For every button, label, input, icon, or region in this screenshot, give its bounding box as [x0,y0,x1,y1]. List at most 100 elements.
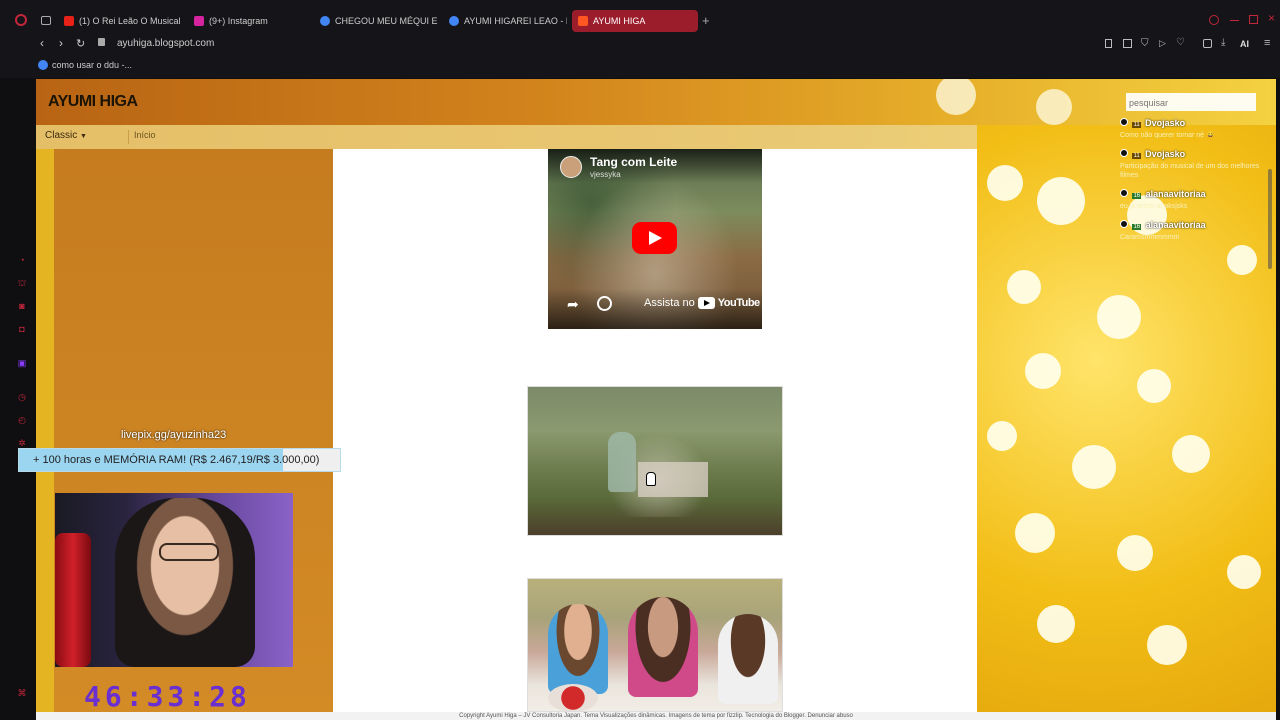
bokeh-circle [1037,177,1085,225]
shield-icon[interactable]: ⛉ [1141,38,1149,49]
play-icon[interactable]: ▷ [1159,38,1166,49]
instagram-icon [194,16,204,26]
image-2-strawberries [548,684,598,711]
video-title[interactable]: Tang com Leite [590,155,677,169]
watch-on-youtube[interactable]: Assista no YouTube [644,297,760,309]
chat-text: eu já entrei aí aksjsks [1120,203,1188,210]
speed-dial-icon[interactable]: ◔ [17,255,27,265]
video-bottom-shade [548,289,762,329]
chevron-down-icon: ▼ [80,133,87,140]
bookmark-ddu[interactable]: como usar o ddu -... [38,60,132,70]
menu-icon[interactable]: ≡ [1264,37,1270,49]
nav-divider [128,130,129,144]
ai-button[interactable]: AI [1240,39,1249,49]
gallery-image-1[interactable] [527,386,783,536]
bokeh-circle [1172,435,1210,473]
youtube-embed[interactable]: Tang com Leite vjessyka ➦ Assista no You… [548,149,762,329]
chat-text: Participação do musical de um dos melhor… [1120,163,1260,179]
maximize-button[interactable] [1249,15,1258,24]
search-icon[interactable] [1209,15,1219,25]
chat-message: 11 Dvojasko Como não querer tomar né 😄 [1120,113,1270,140]
tab-ayumi-higarei[interactable]: AYUMI HIGAREI LEAO - Pe [443,10,567,32]
webcam-red-object [55,533,91,667]
gallery-image-2[interactable] [527,578,783,712]
download-icon[interactable]: ⤓ [1221,37,1225,48]
bag-icon[interactable]: ⛫ [17,278,27,288]
twitch-icon[interactable]: ▣ [17,358,27,368]
bokeh-circle [1137,369,1171,403]
channel-avatar[interactable] [560,156,582,178]
bokeh-circle [1015,513,1055,553]
instagram-icon[interactable]: ◙ [17,301,27,311]
extensions-icon[interactable]: ⌘ [17,688,27,698]
play-button[interactable] [632,222,677,254]
snapshot-icon[interactable] [1123,39,1132,48]
blog-title[interactable]: AYUMI HIGA [48,93,138,111]
new-tab-button[interactable]: + [702,13,710,28]
lock-icon [98,38,105,46]
blog-header: AYUMI HIGA [36,79,1276,125]
watch-later-icon[interactable] [597,296,612,311]
close-button[interactable]: × [1268,11,1275,25]
image-2-girl [628,597,698,697]
bookmark-icon[interactable] [1105,39,1112,48]
bokeh-circle [1025,353,1061,389]
forward-icon[interactable]: › [59,36,63,50]
history-icon[interactable]: ◷ [17,392,27,402]
chat-badge: 16 [1132,193,1142,199]
footer-text: Copyright Ayumi Higa – JV Consultoria Ja… [459,713,853,719]
page-scrollbar[interactable] [1268,169,1272,269]
chat-username: alanaavitoriaa [1145,189,1206,199]
chat-avatar-icon [1120,188,1128,197]
tab-rei-leao[interactable]: (1) O Rei Leão O Musical - [58,10,180,32]
google-icon [320,16,330,26]
google-icon [38,60,48,70]
play-icon [649,231,662,245]
left-stripe [36,149,54,712]
bokeh-circle [1117,535,1153,571]
bokeh-circle [1072,445,1116,489]
browser-logo-icon[interactable] [15,14,27,26]
tab-chegou-mequi[interactable]: CHEGOU MEU MÉQUI E P( [314,10,438,32]
goal-text: + 100 horas e MEMÓRIA RAM! (R$ 2.467,19/… [33,454,320,466]
bokeh-circle [987,165,1023,201]
glasses-icon [159,543,219,561]
reload-icon[interactable]: ↻ [76,37,85,50]
blog-footer: Copyright Ayumi Higa – JV Consultoria Ja… [36,712,1276,720]
view-select[interactable]: Classic ▼ [45,130,87,141]
back-icon[interactable]: ‹ [40,36,44,50]
bokeh-circle [1227,245,1257,275]
chat-message: 16 alanaavitoriaa Caramsmmmmmm [1120,215,1270,242]
tab-ayumi-higa[interactable]: AYUMI HIGA [572,10,698,32]
image-2-boy-left [548,604,608,694]
tab-instagram[interactable]: (9+) Instagram [188,10,308,32]
search-box[interactable] [1126,93,1256,112]
video-channel: vjessyka [590,170,621,179]
chat-badge: 16 [1132,224,1142,230]
chat-username: Dvojasko [1145,118,1186,128]
minimize-button[interactable] [1230,20,1239,21]
bookmarks-bar: como usar o ddu -... [0,56,1280,78]
address-bar: ‹ › ↻ ayuhiga.blogspot.com ⛉ ▷ ♡ ⤓ AI ≡ [0,32,1280,56]
clock-icon[interactable]: ◴ [17,415,27,425]
bokeh-circle [1007,270,1041,304]
chat-text: Caramsmmmmmm [1120,234,1180,241]
wallet-icon[interactable] [1203,39,1212,48]
image-1-figure [608,432,636,492]
settings-icon[interactable]: ✲ [17,438,27,448]
chat-username: Dvojasko [1145,149,1186,159]
workspace-icon[interactable] [41,16,51,25]
google-icon [449,16,459,26]
donation-goal-bar: + 100 horas e MEMÓRIA RAM! (R$ 2.467,19/… [18,448,341,472]
messenger-icon[interactable]: ◘ [17,324,27,334]
webcam-person [115,498,255,667]
heart-icon[interactable]: ♡ [1176,37,1185,48]
share-icon[interactable]: ➦ [567,296,579,313]
chat-username: alanaavitoriaa [1145,220,1206,230]
chat-badge: 11 [1132,122,1141,128]
search-input[interactable] [1126,94,1254,112]
chat-avatar-icon [1120,219,1128,228]
chat-text: Como não querer tomar né 😄 [1120,132,1215,139]
nav-home-link[interactable]: Início [134,130,156,140]
url-field[interactable]: ayuhiga.blogspot.com [117,38,214,49]
